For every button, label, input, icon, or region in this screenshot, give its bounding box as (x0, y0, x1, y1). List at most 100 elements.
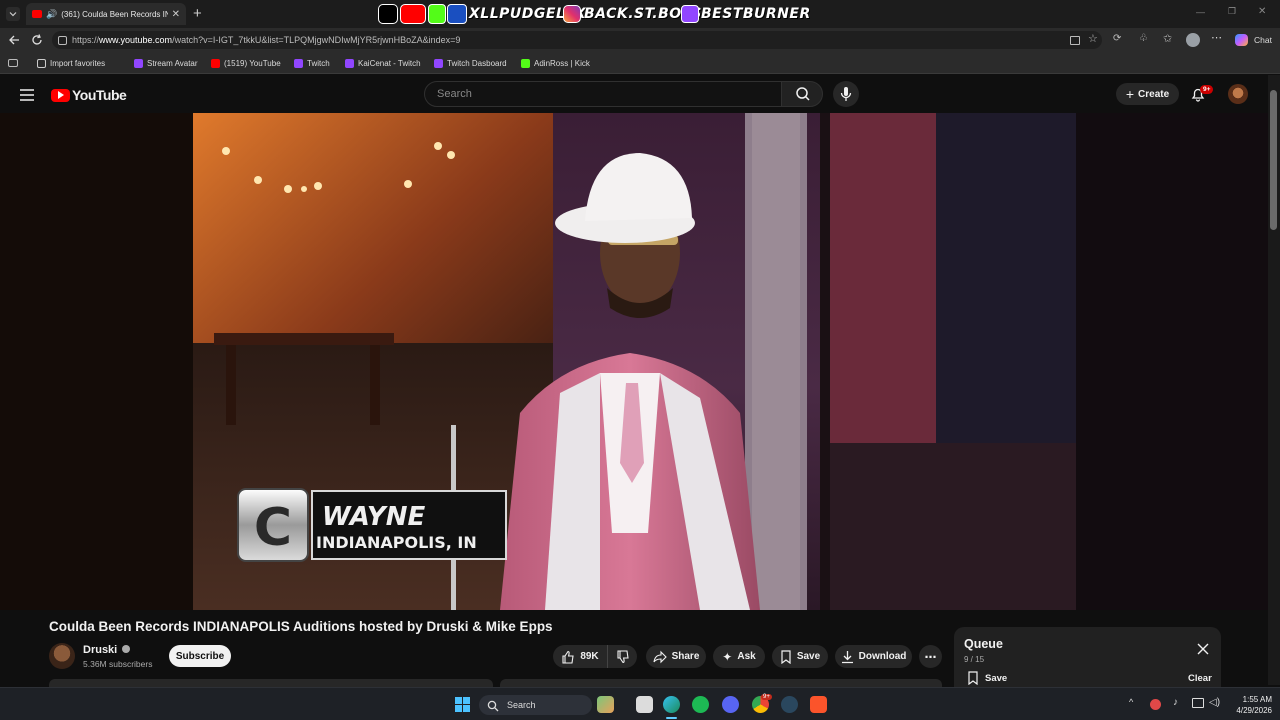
url-field[interactable]: https://www.youtube.com/watch?v=I-IGT_7t… (52, 31, 1102, 49)
close-queue-icon[interactable] (1197, 642, 1209, 655)
tab-title: (361) Coulda Been Records IN (61, 9, 168, 19)
bookmark-twitch-dashboard[interactable]: Twitch Dasboard (434, 56, 507, 70)
queue-position: 9 / 15 (964, 655, 985, 664)
ask-button[interactable]: ✦ Ask (713, 645, 765, 668)
collections-icon[interactable] (8, 59, 18, 67)
bookmark-icon (781, 649, 791, 664)
taskbar-search-label: Search (507, 700, 536, 710)
minimize-button[interactable]: — (1196, 7, 1208, 19)
start-button[interactable] (455, 697, 470, 712)
extensions-icon[interactable]: ⟳ (1113, 33, 1121, 44)
search-icon (487, 699, 499, 712)
back-arrow-icon[interactable] (7, 33, 21, 47)
youtube-play-icon (51, 88, 70, 102)
plus-icon: + (1125, 86, 1135, 102)
create-label: Create (1138, 88, 1170, 100)
queue-title: Queue (964, 637, 1003, 651)
discord-icon[interactable] (722, 696, 739, 713)
queue-save-button[interactable]: Save (967, 671, 1007, 685)
hamburger-menu-icon[interactable] (20, 88, 34, 101)
clock-time: 1:55 AM (1242, 695, 1272, 704)
site-info-icon[interactable] (58, 36, 67, 45)
twitch-icon (434, 58, 443, 68)
bookmark-label: Import favorites (50, 58, 106, 68)
voice-search-button[interactable] (833, 81, 859, 107)
bookmark-label: Twitch (307, 58, 330, 68)
maximize-button[interactable]: ❐ (1228, 6, 1240, 18)
file-explorer-icon[interactable] (636, 696, 653, 713)
copilot-icon[interactable] (1235, 34, 1248, 46)
system-clock[interactable]: 1:55 AM 4/29/2026 (1224, 694, 1272, 716)
share-button[interactable]: Share (646, 645, 706, 668)
volume-icon[interactable]: ◁) (1209, 697, 1220, 708)
bookmark-label: KaiCenat - Twitch (358, 58, 421, 68)
create-button[interactable]: + Create (1116, 83, 1179, 105)
subscriber-count: 5.36M subscribers (83, 659, 153, 669)
lower-third-name: WAYNE (322, 502, 425, 532)
steam-icon[interactable] (781, 696, 798, 713)
address-bar-row: https://www.youtube.com/watch?v=I-IGT_7t… (0, 28, 1280, 52)
speaker-icon[interactable]: 🔊 (46, 9, 57, 20)
youtube-icon (400, 4, 426, 24)
favorites-icon[interactable]: ✩ (1163, 32, 1172, 45)
search-input[interactable]: Search (424, 81, 782, 107)
tray-overflow-icon[interactable]: ^ (1129, 697, 1133, 707)
verified-icon (122, 645, 131, 653)
tab-actions-icon[interactable] (6, 7, 20, 21)
edge-browser-icon[interactable] (663, 696, 680, 713)
bookmark-import-favorites[interactable]: Import favorites (37, 56, 105, 70)
performance-icon[interactable]: ♧ (1139, 33, 1148, 44)
browser-tab-active[interactable]: 🔊 (361) Coulda Been Records IN ✕ (26, 3, 186, 25)
search-highlight-icon[interactable] (597, 696, 614, 713)
brave-icon[interactable] (810, 696, 827, 713)
download-icon (841, 650, 853, 663)
app-available-icon[interactable] (1070, 36, 1080, 45)
scrollbar-thumb[interactable] (1270, 90, 1277, 230)
video-player[interactable]: C WAYNE INDIANAPOLIS, IN (0, 113, 1268, 610)
bookmark-adinross-kick[interactable]: AdinRoss | Kick (521, 56, 590, 70)
like-button[interactable]: 89K (553, 645, 607, 668)
download-button[interactable]: Download (835, 645, 912, 668)
bookmark-kaicenat[interactable]: KaiCenat - Twitch (345, 56, 421, 70)
instagram-icon (563, 5, 581, 23)
queue-panel: Queue 9 / 15 Save Clear (954, 627, 1221, 687)
bookmark-youtube[interactable]: (1519) YouTube (211, 56, 281, 70)
user-avatar[interactable] (1228, 84, 1248, 104)
close-tab-icon[interactable]: ✕ (172, 9, 186, 20)
bookmark-stream-avatar[interactable]: Stream Avatar (134, 56, 198, 70)
comment-box-edge (49, 679, 493, 687)
channel-avatar[interactable] (49, 643, 75, 669)
profile-avatar[interactable] (1186, 33, 1200, 47)
save-label: Save (796, 651, 821, 662)
tiktok-icon (378, 4, 398, 24)
dislike-button[interactable] (607, 645, 637, 668)
banner-handle-3: BESTBURNER (701, 6, 811, 22)
tray-app-icon[interactable] (1150, 699, 1161, 710)
spotify-icon[interactable] (692, 696, 709, 713)
queue-clear-button[interactable]: Clear (1188, 673, 1212, 684)
youtube-header: YouTube Search + Create 9+ (0, 75, 1280, 113)
thumbs-down-icon (616, 649, 629, 663)
subscribe-button[interactable]: Subscribe (169, 645, 231, 667)
video-title: Coulda Been Records INDIANAPOLIS Auditio… (49, 619, 553, 634)
close-window-button[interactable]: ✕ (1258, 6, 1270, 18)
channel-name-text: Druski (83, 644, 118, 656)
more-menu-icon[interactable]: ⋯ (1211, 31, 1222, 44)
more-actions-button[interactable]: ⋯ (919, 645, 942, 668)
search-button[interactable] (781, 81, 823, 107)
video-frame: C WAYNE INDIANAPOLIS, IN (0, 113, 1268, 610)
network-icon[interactable] (1192, 698, 1204, 708)
new-tab-button[interactable]: + (193, 5, 202, 22)
save-button[interactable]: Save (772, 645, 828, 668)
twitch-icon (294, 58, 303, 68)
bookmark-twitch[interactable]: Twitch (294, 56, 330, 70)
favorite-star-icon[interactable]: ☆ (1088, 32, 1098, 45)
refresh-icon[interactable] (30, 33, 44, 47)
microphone-tray-icon[interactable]: ♪ (1173, 697, 1178, 708)
channel-name[interactable]: Druski (83, 644, 131, 656)
more-horizontal-icon: ⋯ (924, 649, 937, 664)
chat-label[interactable]: Chat (1254, 35, 1272, 45)
thumbs-up-icon (562, 650, 574, 664)
share-icon (653, 650, 667, 663)
youtube-logo[interactable]: YouTube (51, 87, 127, 103)
